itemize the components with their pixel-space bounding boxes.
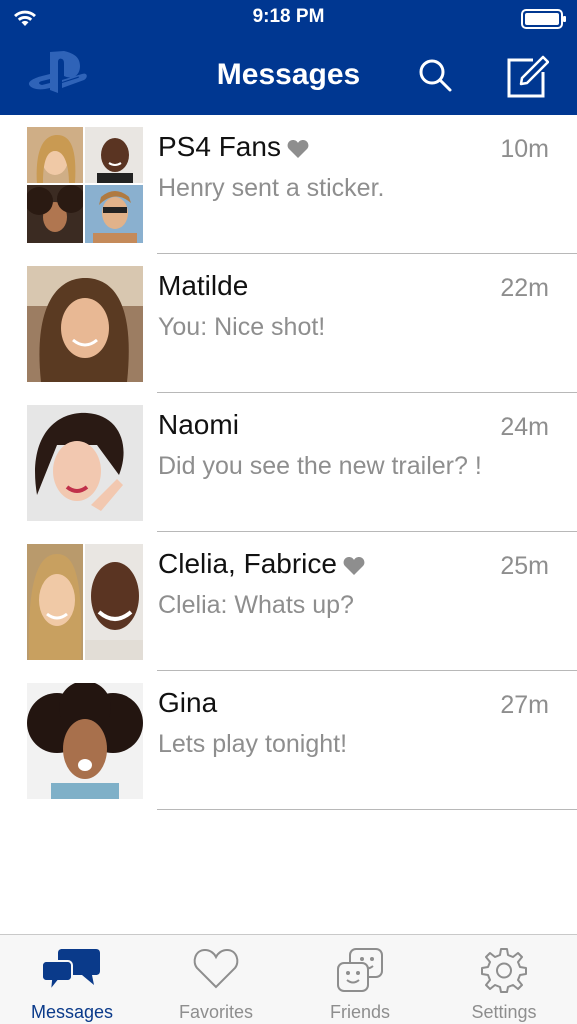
conversation-name: PS4 Fans: [158, 131, 309, 163]
avatar-photo: [27, 683, 143, 799]
tab-bar: Messages Favorites Friends Settings: [0, 934, 577, 1024]
chat-bubbles-icon: [42, 949, 100, 995]
group-avatar: [27, 127, 143, 243]
conversation-time: 25m: [500, 552, 549, 580]
tab-messages[interactable]: Messages: [0, 935, 144, 1024]
favorite-heart-icon: [287, 139, 309, 158]
avatar-photo: [27, 266, 143, 382]
app-header: 9:18 PM Messages: [0, 0, 577, 115]
page-title: Messages: [216, 58, 361, 91]
conversation-time: 24m: [500, 413, 549, 441]
search-icon[interactable]: [415, 56, 455, 96]
avatar-photo: [85, 185, 143, 243]
avatar-photo: [27, 405, 143, 521]
tab-label: Settings: [471, 1002, 537, 1022]
favorite-heart-icon: [343, 556, 365, 575]
avatar-photo: [85, 544, 143, 660]
conversation-name: Gina: [158, 687, 218, 718]
conversation-preview: You: Nice shot!: [158, 313, 326, 341]
conversation-preview: Did you see the new trailer? !: [158, 452, 482, 480]
row-divider: [157, 809, 577, 810]
conversation-row[interactable]: Gina 27m Lets play tonight!: [0, 671, 577, 810]
avatar-photo: [27, 544, 83, 660]
heart-icon: [193, 948, 239, 989]
conversation-name: Naomi: [158, 409, 239, 440]
tab-label: Favorites: [178, 1002, 254, 1022]
avatar-photo: [27, 185, 83, 243]
conversation-time: 10m: [500, 135, 549, 163]
conversation-name: Clelia, Fabrice: [158, 548, 365, 580]
group-avatar: [27, 544, 143, 660]
avatar: [27, 683, 143, 799]
conversation-row[interactable]: Naomi 24m Did you see the new trailer? !: [0, 393, 577, 532]
conversation-preview: Henry sent a sticker.: [158, 174, 385, 202]
avatar: [27, 266, 143, 382]
tab-label: Messages: [30, 1002, 114, 1022]
compose-icon[interactable]: [503, 54, 549, 100]
conversation-time: 22m: [500, 274, 549, 302]
tab-favorites[interactable]: Favorites: [144, 935, 288, 1024]
conversation-list: PS4 Fans 10m Henry sent a sticker. Matil…: [0, 115, 577, 810]
status-time: 9:18 PM: [252, 6, 325, 27]
battery-icon: [521, 9, 566, 29]
gear-icon: [481, 948, 527, 993]
status-bar: 9:18 PM: [0, 0, 577, 38]
tab-label: Friends: [329, 1002, 391, 1022]
conversation-preview: Clelia: Whats up?: [158, 591, 354, 619]
conversation-row[interactable]: Matilde 22m You: Nice shot!: [0, 254, 577, 393]
conversation-row[interactable]: PS4 Fans 10m Henry sent a sticker.: [0, 115, 577, 254]
avatar-photo: [85, 127, 143, 183]
conversation-preview: Lets play tonight!: [158, 730, 348, 758]
avatar-photo: [27, 127, 83, 183]
conversation-name: Matilde: [158, 270, 249, 301]
conversation-row[interactable]: Clelia, Fabrice 25m Clelia: Whats up?: [0, 532, 577, 671]
nav-bar: Messages: [0, 40, 577, 115]
conversation-time: 27m: [500, 691, 549, 719]
friends-faces-icon: [337, 948, 383, 992]
tab-friends[interactable]: Friends: [288, 935, 432, 1024]
tab-settings[interactable]: Settings: [432, 935, 576, 1024]
avatar: [27, 405, 143, 521]
